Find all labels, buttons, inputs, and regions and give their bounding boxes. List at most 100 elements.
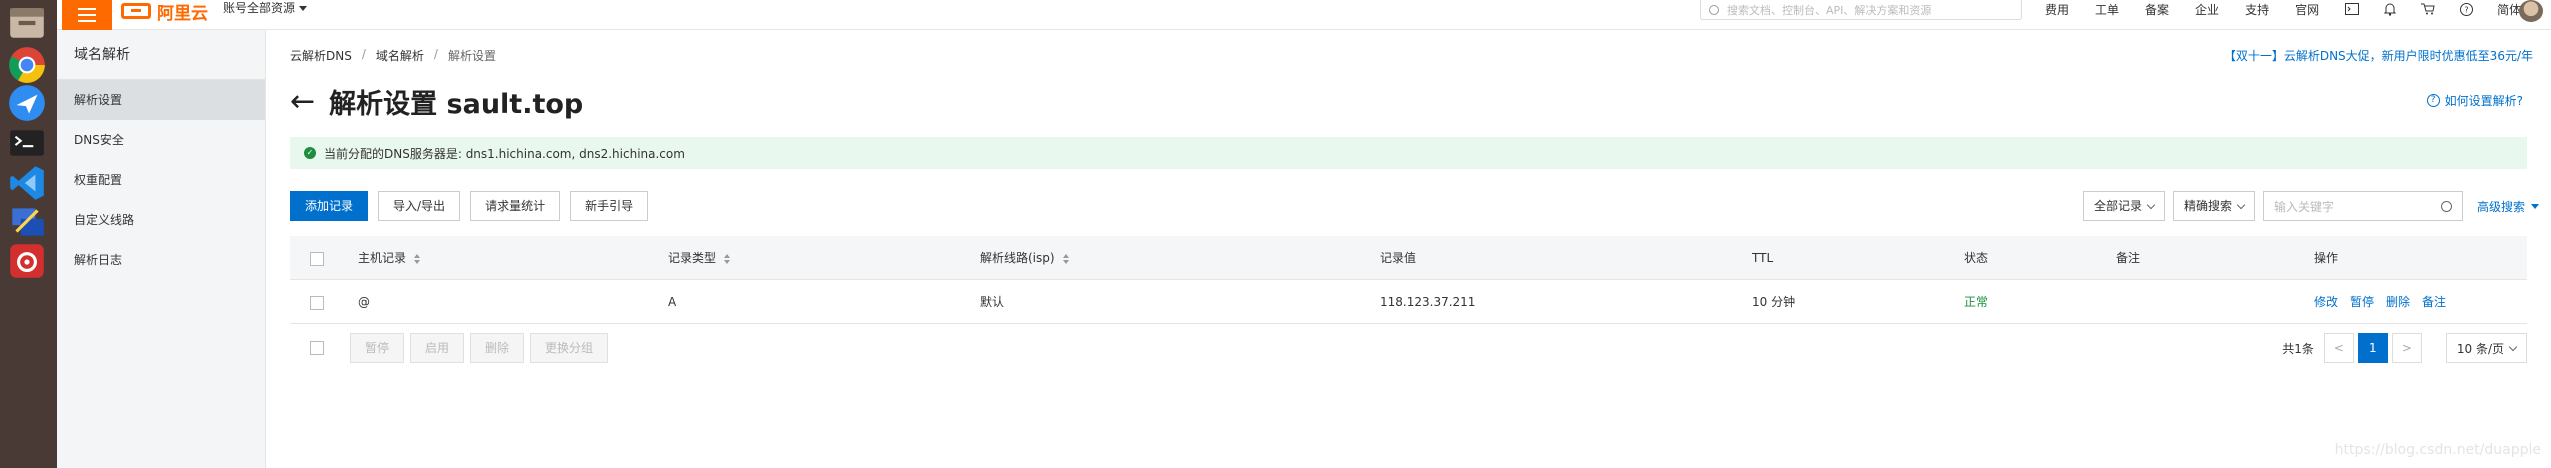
check-circle-icon: ✓ [304, 147, 316, 159]
watermark: https://blog.csdn.net/duapple [2334, 442, 2541, 458]
header-line-label: 解析线路(isp) [980, 251, 1055, 265]
netease-music-icon[interactable] [4, 238, 50, 284]
cloud-shell-icon[interactable] [2345, 2, 2360, 16]
search-icon[interactable] [2440, 200, 2452, 212]
global-search-placeholder: 搜索文档、控制台、API、解决方案和资源 [1727, 3, 1932, 17]
delete-record-link[interactable]: 删除 [2386, 295, 2410, 309]
back-arrow-icon[interactable]: ← [290, 86, 315, 117]
keyword-placeholder: 输入关键字 [2273, 199, 2334, 214]
sort-icon [1062, 253, 1069, 264]
side-nav: 域名解析 解析设置 DNS安全 权重配置 自定义线路 解析日志 [57, 30, 266, 468]
bell-icon[interactable] [2383, 2, 2397, 16]
header-line[interactable]: 解析线路(isp) [980, 236, 1069, 280]
header-host-label: 主机记录 [358, 251, 407, 265]
header-value: 记录值 [1380, 251, 1417, 265]
edit-record-link[interactable]: 修改 [2314, 295, 2338, 309]
cart-icon[interactable] [2421, 2, 2435, 16]
next-page-button[interactable]: > [2391, 333, 2422, 363]
dns-server-notice-text: 当前分配的DNS服务器是: dns1.hichina.com, dns2.hic… [324, 146, 685, 161]
pause-record-link[interactable]: 暂停 [2350, 295, 2374, 309]
breadcrumb: 云解析DNS / 域名解析 / 解析设置 [290, 47, 496, 64]
nav-billing[interactable]: 费用 [2045, 1, 2069, 18]
aliyun-logo-icon [121, 3, 151, 19]
help-link[interactable]: ? 如何设置解析? [2426, 92, 2523, 109]
cell-actions: 修改 暂停 删除 备注 [2314, 280, 2458, 324]
bulk-enable-button[interactable]: 启用 [410, 333, 465, 363]
table-footer: 暂停 启用 删除 更换分组 共1条 < 1 > 10 条/页 [290, 330, 2527, 366]
chevron-down-icon [2146, 200, 2156, 209]
nav-enterprise[interactable]: 企业 [2195, 1, 2219, 18]
side-nav-title: 域名解析 [57, 30, 265, 80]
header-host[interactable]: 主机记录 [358, 236, 421, 280]
record-scope-select[interactable]: 全部记录 [2082, 191, 2165, 221]
main-content: 云解析DNS / 域名解析 / 解析设置 【双十一】云解析DNS大促，新用户限时… [266, 30, 2551, 468]
side-nav-item-logs[interactable]: 解析日志 [57, 240, 265, 280]
chevron-down-icon [2508, 342, 2518, 351]
menu-button[interactable] [62, 0, 112, 30]
sort-icon [414, 253, 421, 264]
hamburger-icon [78, 14, 96, 16]
header-type-label: 记录类型 [668, 251, 717, 265]
account-select-label: 账号全部资源 [223, 1, 296, 15]
total-count: 共1条 [2282, 341, 2314, 356]
global-search-input[interactable]: 搜索文档、控制台、API、解决方案和资源 [1700, 0, 2022, 20]
sort-icon [724, 253, 731, 264]
row-checkbox[interactable] [310, 296, 324, 310]
prev-page-button[interactable]: < [2323, 333, 2354, 363]
promo-banner-link[interactable]: 【双十一】云解析DNS大促，新用户限时优惠低至36元/年 [2224, 47, 2533, 64]
search-mode-select[interactable]: 精确搜索 [2172, 191, 2255, 221]
beginner-guide-button[interactable]: 新手引导 [570, 191, 649, 221]
header-type[interactable]: 记录类型 [668, 236, 731, 280]
add-record-button[interactable]: 添加记录 [290, 191, 369, 221]
aliyun-logo[interactable]: 阿里云 [121, 0, 208, 24]
user-avatar[interactable] [2519, 0, 2543, 22]
account-resource-select[interactable]: 账号全部资源 [223, 0, 308, 16]
side-nav-item-dns-security[interactable]: DNS安全 [57, 120, 265, 160]
advanced-search-label: 高级搜索 [2476, 199, 2525, 214]
search-mode-value: 精确搜索 [2183, 199, 2232, 213]
nav-tickets[interactable]: 工单 [2095, 1, 2119, 18]
header-status: 状态 [1964, 251, 1989, 265]
bulk-change-group-button[interactable]: 更换分组 [530, 333, 609, 363]
header-remark: 备注 [2116, 251, 2141, 265]
footer-select-all-checkbox[interactable] [310, 341, 324, 355]
select-all-checkbox[interactable] [310, 252, 324, 266]
bulk-pause-button[interactable]: 暂停 [350, 333, 405, 363]
os-dock [0, 0, 57, 468]
dns-records-table: 主机记录 记录类型 解析线路(isp) 记录值 TTL 状态 备注 操作 @ A… [290, 236, 2527, 324]
cell-type: A [668, 295, 677, 309]
record-toolbar: 添加记录 导入/导出 请求量统计 新手引导 [290, 191, 649, 221]
record-scope-value: 全部记录 [2093, 199, 2142, 213]
nav-website[interactable]: 官网 [2295, 1, 2319, 18]
bulk-actions: 暂停 启用 删除 更换分组 [350, 333, 609, 363]
bulk-delete-button[interactable]: 删除 [470, 333, 525, 363]
request-stats-button[interactable]: 请求量统计 [470, 191, 561, 221]
nav-support[interactable]: 支持 [2245, 1, 2269, 18]
side-nav-item-custom-lines[interactable]: 自定义线路 [57, 200, 265, 240]
top-bar: 阿里云 账号全部资源 搜索文档、控制台、API、解决方案和资源 费用 工单 备案… [57, 0, 2551, 30]
side-nav-item-dns-settings[interactable]: 解析设置 [57, 80, 265, 120]
caret-down-icon [299, 6, 308, 11]
help-circle-icon[interactable]: ? [2459, 2, 2473, 16]
language-select[interactable]: 简体 [2497, 1, 2521, 18]
page-header: ← 解析设置 sault.top [290, 82, 583, 121]
caret-down-icon [2531, 203, 2539, 209]
cell-host: @ [358, 295, 370, 309]
page-button[interactable]: 1 [2357, 333, 2388, 363]
breadcrumb-domain-resolution[interactable]: 域名解析 [376, 47, 424, 64]
nav-icp[interactable]: 备案 [2145, 1, 2169, 18]
page-size-select[interactable]: 10 条/页 [2445, 333, 2527, 363]
cell-ttl: 10 分钟 [1752, 295, 1796, 309]
dns-server-notice: ✓ 当前分配的DNS服务器是: dns1.hichina.com, dns2.h… [290, 137, 2527, 169]
remark-record-link[interactable]: 备注 [2422, 295, 2446, 309]
logo-text: 阿里云 [157, 3, 208, 24]
breadcrumb-dns[interactable]: 云解析DNS [290, 47, 352, 64]
keyword-search-input[interactable]: 输入关键字 [2262, 191, 2463, 221]
breadcrumb-current: 解析设置 [447, 49, 496, 63]
cell-status: 正常 [1964, 295, 1989, 309]
import-export-button[interactable]: 导入/导出 [378, 191, 461, 221]
side-nav-item-weight[interactable]: 权重配置 [57, 160, 265, 200]
files-app-icon[interactable] [4, 0, 50, 46]
breadcrumb-separator: / [433, 47, 438, 61]
advanced-search-toggle[interactable]: 高级搜索 [2471, 198, 2539, 215]
